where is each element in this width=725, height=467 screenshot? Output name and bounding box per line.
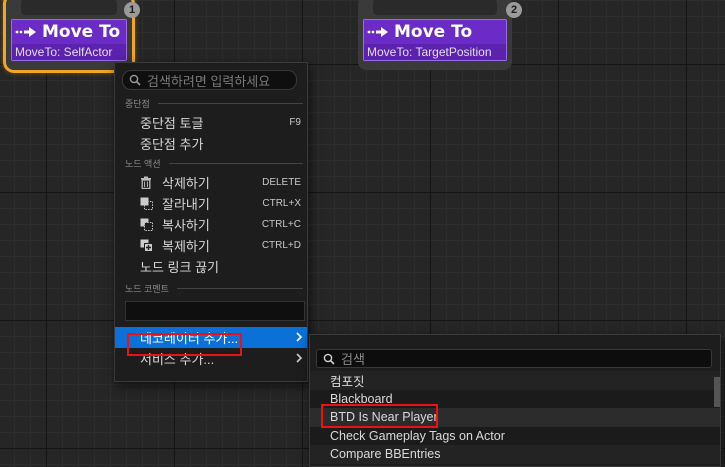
menu-item-break-node-links[interactable]: 노드 링크 끊기 — [115, 256, 307, 277]
menu-item-duplicate[interactable]: 복제하기 CTRL+D — [115, 235, 307, 256]
menu-item-add-breakpoint[interactable]: 중단점 추가 — [115, 133, 307, 154]
decorator-item-compare-bbentries[interactable]: Compare BBEntries — [310, 445, 720, 464]
menu-item-delete[interactable]: 삭제하기 DELETE — [115, 172, 307, 193]
move-to-node-1[interactable]: Move To MoveTo: SelfActor — [6, 0, 132, 70]
decorator-submenu: 검색 컴포짓 Blackboard BTD Is Near Player Che… — [309, 334, 721, 467]
decorator-category-composite[interactable]: 컴포짓 — [310, 371, 720, 390]
node-drag-handle[interactable] — [21, 0, 117, 15]
node-title-text: Move To — [394, 22, 473, 42]
section-header-node-actions: 노드 액션 — [115, 154, 307, 172]
node-comment-input[interactable] — [125, 301, 305, 321]
execution-order-badge: 1 — [124, 2, 140, 18]
decorator-item-check-gameplay-tags[interactable]: Check Gameplay Tags on Actor — [310, 426, 720, 445]
chevron-right-icon — [295, 352, 303, 367]
section-header-node-comment: 노드 코멘트 — [115, 279, 307, 297]
chevron-right-icon — [295, 331, 303, 346]
menu-item-copy[interactable]: 복사하기 CTRL+C — [115, 214, 307, 235]
duplicate-icon — [140, 239, 156, 252]
execution-order-badge: 2 — [506, 2, 522, 18]
search-placeholder: 검색하려면 입력하세요 — [147, 73, 271, 89]
node-body: Move To MoveTo: TargetPosition — [363, 19, 507, 61]
cut-icon — [140, 197, 156, 210]
node-subtitle: MoveTo: SelfActor — [12, 44, 126, 60]
move-arrow-icon — [367, 26, 389, 38]
node-drag-handle[interactable] — [373, 0, 497, 15]
node-subtitle: MoveTo: TargetPosition — [364, 44, 506, 60]
section-header-breakpoint: 중단점 — [115, 94, 307, 112]
search-icon — [129, 74, 141, 86]
move-arrow-icon — [15, 26, 37, 38]
node-body: Move To MoveTo: SelfActor — [11, 19, 127, 61]
annotation-highlight-add-decorator — [127, 333, 242, 356]
trash-icon — [140, 176, 156, 189]
context-search-field[interactable]: 검색하려면 입력하세요 — [122, 70, 297, 90]
node-title: Move To — [12, 20, 126, 44]
search-icon — [323, 353, 335, 365]
move-to-node-2[interactable]: Move To MoveTo: TargetPosition — [358, 0, 512, 70]
decorator-search-field[interactable]: 검색 — [316, 349, 712, 368]
search-placeholder: 검색 — [341, 352, 365, 367]
menu-item-toggle-breakpoint[interactable]: 중단점 토글 F9 — [115, 112, 307, 133]
copy-icon — [140, 218, 156, 231]
submenu-scrollbar[interactable] — [714, 377, 720, 407]
menu-item-cut[interactable]: 잘라내기 CTRL+X — [115, 193, 307, 214]
annotation-highlight-btd-is-near-player — [321, 404, 438, 428]
node-title-text: Move To — [42, 22, 121, 42]
node-title: Move To — [364, 20, 506, 44]
